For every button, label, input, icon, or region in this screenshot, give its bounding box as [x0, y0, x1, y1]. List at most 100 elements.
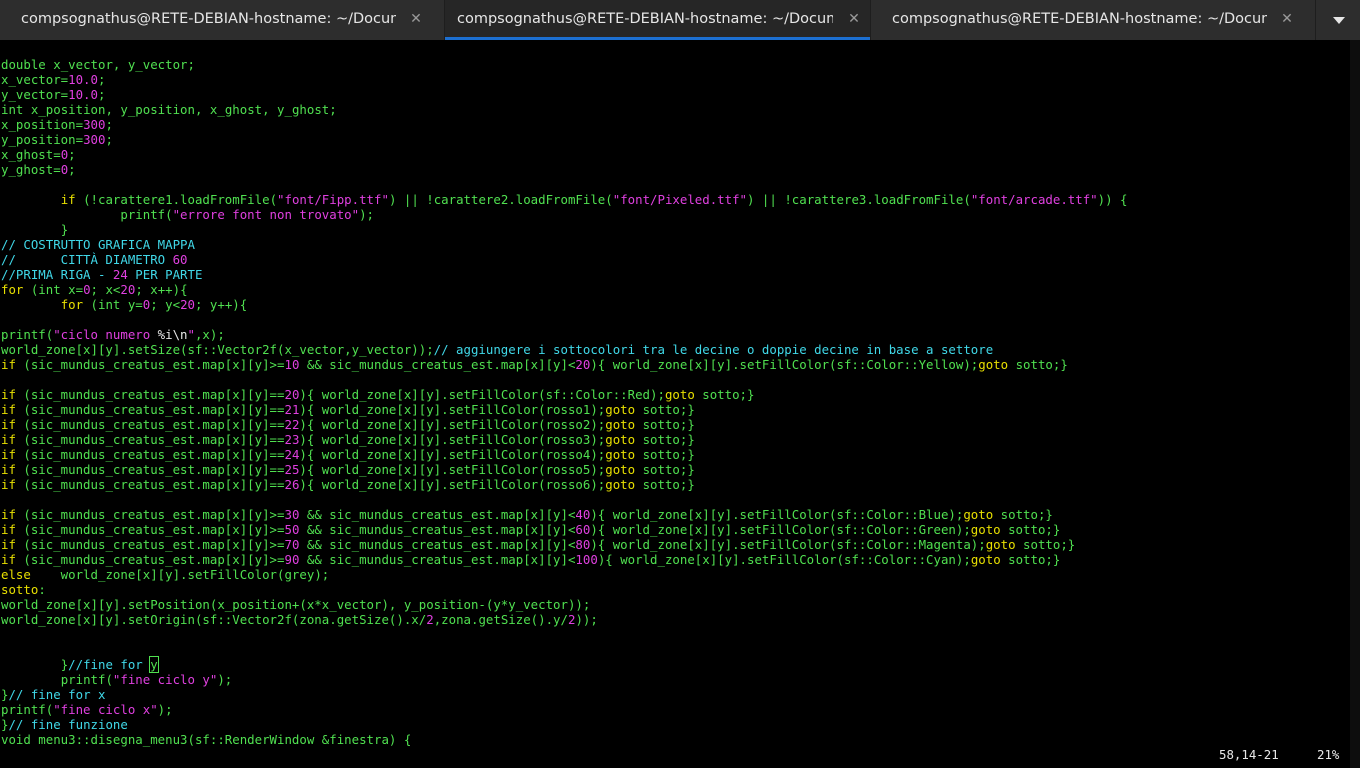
code-token: if	[1, 357, 16, 372]
code-line: y_position=300;	[1, 132, 1127, 147]
scrollbar[interactable]	[1350, 40, 1360, 768]
code-token: "fine ciclo x"	[53, 702, 158, 717]
code-token: 40	[575, 507, 591, 522]
code-token: sotto;}	[1000, 522, 1061, 537]
code-token: 80	[575, 537, 591, 552]
code-token: goto	[605, 402, 636, 417]
code-token: (sic_mundus_creatus_est.map[x][y]>=	[15, 522, 285, 537]
code-token: world_zone[x][y].setOrigin(sf::Vector2f(…	[1, 612, 427, 627]
tab-title: compsognathus@RETE-DEBIAN-hostname: ~/Do…	[21, 11, 396, 27]
code-token: "errore font non trovato"	[172, 207, 360, 222]
code-token: 20	[575, 357, 591, 372]
code-line: else world_zone[x][y].setFillColor(grey)…	[1, 567, 1127, 582]
code-editor-buffer[interactable]: double x_vector, y_vector; x_vector=10.0;…	[1, 57, 1127, 747]
code-token: && sic_mundus_creatus_est.map[x][y]<	[299, 552, 576, 567]
code-line: }	[1, 222, 1127, 237]
code-token: );	[217, 672, 233, 687]
code-token: if	[1, 552, 16, 567]
code-token: x_vector, y_vector;	[53, 57, 195, 72]
scroll-percent-status: 21%	[1317, 747, 1340, 762]
code-token: "	[187, 327, 195, 342]
code-line: world_zone[x][y].setOrigin(sf::Vector2f(…	[1, 612, 1127, 627]
code-token: sotto;}	[635, 432, 695, 447]
code-token: x_position, y_position, x_ghost, y_ghost…	[30, 102, 337, 117]
code-token: 10	[284, 357, 300, 372]
code-token: // fine for x	[8, 687, 106, 702]
code-token: (sic_mundus_creatus_est.map[x][y]==	[15, 417, 285, 432]
code-token: "font/Pixeled.ttf"	[612, 192, 748, 207]
code-token: if	[1, 402, 16, 417]
code-token: (int x=	[23, 282, 84, 297]
close-icon[interactable]: ✕	[847, 10, 861, 28]
tab-bar: compsognathus@RETE-DEBIAN-hostname: ~/Do…	[0, 0, 1360, 40]
code-line: if (!carattere1.loadFromFile("font/Fipp.…	[1, 192, 1128, 207]
code-token: x_vector=	[1, 72, 69, 87]
close-icon[interactable]: ✕	[1280, 10, 1294, 28]
code-token: printf(	[1, 702, 54, 717]
code-token: ; x++){	[135, 282, 188, 297]
code-line: x_position=300;	[1, 117, 1127, 132]
code-token: sotto;}	[635, 417, 695, 432]
code-token: else	[1, 567, 31, 582]
code-line: if (sic_mundus_creatus_est.map[x][y]==21…	[1, 402, 1127, 417]
code-token: && sic_mundus_creatus_est.map[x][y]<	[299, 507, 576, 522]
code-token: ){ world_zone[x][y].setFillColor(rosso4)…	[299, 447, 606, 462]
code-token: // CITTÀ DIAMETRO	[1, 252, 173, 267]
code-token: //PRIMA RIGA -	[1, 267, 113, 282]
code-line: printf("fine ciclo y");	[1, 672, 1127, 687]
tab-list-menu-button[interactable]	[1318, 0, 1360, 40]
code-token: sotto;}	[993, 507, 1053, 522]
code-token: "ciclo numero	[53, 327, 158, 342]
code-token: 30	[284, 507, 300, 522]
code-token: world_zone[x][y].setFillColor(grey);	[30, 567, 330, 582]
code-token: && sic_mundus_creatus_est.map[x][y]<	[299, 357, 576, 372]
code-token: if	[1, 462, 16, 477]
code-token: ;	[105, 117, 113, 132]
code-token: ) || !carattere2.loadFromFile(	[388, 192, 613, 207]
code-token: "font/Fipp.ttf"	[277, 192, 389, 207]
code-token: ){ world_zone[x][y].setFillColor(sf::Col…	[590, 537, 986, 552]
code-line: world_zone[x][y].setPosition(x_position+…	[1, 597, 1127, 612]
code-line: if (sic_mundus_creatus_est.map[x][y]==25…	[1, 462, 1127, 477]
code-token: if	[1, 387, 16, 402]
code-line: world_zone[x][y].setSize(sf::Vector2f(x_…	[1, 342, 1127, 357]
code-line: }//fine for y	[1, 656, 1127, 673]
code-token: ;	[97, 72, 106, 87]
terminal-tab-2[interactable]: compsognathus@RETE-DEBIAN-hostname: ~/Do…	[445, 0, 871, 40]
code-token: sotto;}	[635, 447, 695, 462]
code-token: goto	[978, 357, 1009, 372]
tab-title: compsognathus@RETE-DEBIAN-hostname: ~/Do…	[457, 11, 833, 27]
code-line: int x_position, y_position, x_ghost, y_g…	[1, 102, 1127, 117]
code-line: if (sic_mundus_creatus_est.map[x][y]==22…	[1, 417, 1127, 432]
code-token: ;	[68, 147, 76, 162]
code-token: (sic_mundus_creatus_est.map[x][y]==	[15, 387, 285, 402]
code-line: double x_vector, y_vector;	[1, 57, 1127, 72]
code-token: 50	[284, 522, 300, 537]
code-token: ;	[105, 132, 113, 147]
code-token: ){ world_zone[x][y].setFillColor(sf::Col…	[590, 357, 979, 372]
code-token: (int y=	[83, 297, 143, 312]
code-token: (sic_mundus_creatus_est.map[x][y]==	[15, 402, 285, 417]
terminal-tab-3[interactable]: compsognathus@RETE-DEBIAN-hostname: ~/Do…	[871, 0, 1316, 40]
code-token: 90	[284, 552, 300, 567]
code-token: (sic_mundus_creatus_est.map[x][y]>=	[15, 507, 285, 522]
code-token: ;	[97, 87, 106, 102]
code-token: sotto;}	[635, 462, 695, 477]
code-token: for	[60, 297, 84, 312]
terminal-tab-1[interactable]: compsognathus@RETE-DEBIAN-hostname: ~/Do…	[0, 0, 445, 40]
code-line: if (sic_mundus_creatus_est.map[x][y]==26…	[1, 477, 1127, 492]
code-token: 26	[284, 477, 300, 492]
code-token: if	[1, 477, 16, 492]
code-token: ) || !carattere3.loadFromFile(	[747, 192, 971, 207]
code-token: :	[38, 582, 46, 597]
code-token: ){ world_zone[x][y].setFillColor(sf::Col…	[590, 507, 964, 522]
code-token: )) {	[1097, 192, 1128, 207]
code-token: goto	[605, 477, 636, 492]
text-cursor: y	[149, 656, 159, 673]
close-icon[interactable]: ✕	[409, 10, 423, 28]
code-token: int	[1, 102, 24, 117]
